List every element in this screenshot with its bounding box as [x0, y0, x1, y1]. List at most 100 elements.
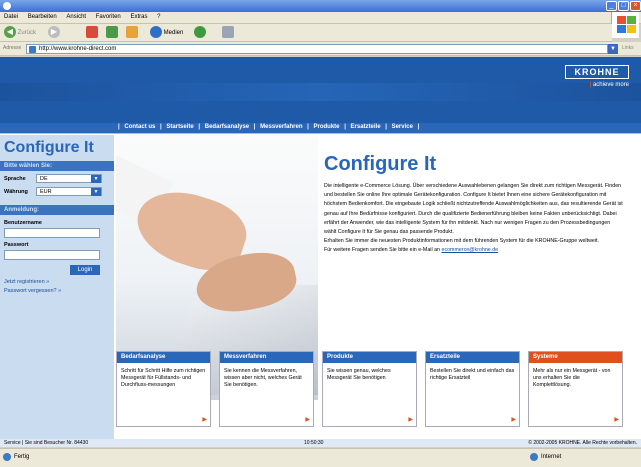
page-title: Configure It	[324, 153, 437, 175]
nav-spare-parts[interactable]: Ersatzteile	[351, 124, 381, 130]
krohne-logo[interactable]: KROHNE	[565, 65, 629, 79]
back-arrow-icon: ◀	[4, 26, 16, 39]
tagline-text: achieve more	[592, 82, 629, 88]
browser-toolbar: ◀ Zurück ▶ Medien	[0, 24, 612, 42]
card-text: Sie wissen genau, welches Messgerät Sie …	[327, 368, 391, 381]
close-button[interactable]: ×	[630, 1, 641, 11]
ie-logo-icon	[3, 2, 11, 10]
select-heading: Bitte wählen Sie:	[0, 161, 114, 171]
links-label[interactable]: Links	[622, 45, 634, 51]
card-spare-parts[interactable]: Ersatzteile Bestellen Sie direkt und ein…	[425, 351, 520, 427]
maximize-button[interactable]: □	[618, 1, 629, 11]
arrow-right-icon[interactable]: ▶	[202, 416, 207, 423]
intro-paragraph: Die intelligente e-Commerce Lösung. Über…	[324, 183, 623, 236]
arrow-right-icon[interactable]: ▶	[614, 416, 619, 423]
contact-email-link[interactable]: ecommerce@krohne.de	[442, 247, 499, 253]
currency-label: Währung	[4, 189, 28, 195]
status-bar: Fertig Internet	[0, 448, 641, 467]
card-title: Produkte	[323, 352, 416, 363]
nav-measuring-methods[interactable]: Messverfahren	[260, 124, 302, 130]
home-icon	[126, 26, 138, 39]
forgot-password-link[interactable]: Passwort vergessen? »	[4, 288, 61, 294]
card-text: Mehr als nur ein Messgerät - von uns erh…	[533, 368, 611, 388]
menu-tools[interactable]: Extras	[126, 12, 151, 22]
print-button[interactable]	[222, 26, 234, 40]
page-icon	[29, 46, 36, 53]
history-button[interactable]	[194, 26, 206, 40]
password-label: Passwort	[4, 242, 29, 248]
currency-value: EUR	[40, 189, 52, 195]
media-button[interactable]: Medien	[150, 26, 183, 40]
card-title: Messverfahren	[220, 352, 313, 363]
window-titlebar: _ □ ×	[0, 0, 641, 12]
login-heading: Anmeldung:	[0, 205, 114, 215]
back-button[interactable]: ◀ Zurück	[4, 26, 36, 40]
nav-contact[interactable]: Contact us	[124, 124, 155, 130]
username-label: Benutzername	[4, 220, 42, 226]
stop-button[interactable]	[86, 26, 98, 40]
chevron-down-icon: ▼	[91, 188, 101, 196]
password-input[interactable]	[4, 250, 100, 260]
banner-stripe	[0, 83, 641, 101]
forward-button[interactable]: ▶	[48, 26, 60, 40]
arrow-right-icon[interactable]: ▶	[408, 416, 413, 423]
back-label: Zurück	[17, 30, 37, 36]
arrow-right-icon[interactable]: ▶	[511, 416, 516, 423]
stop-icon	[86, 26, 98, 39]
language-label: Sprache	[4, 176, 26, 182]
menu-view[interactable]: Ansicht	[62, 12, 90, 22]
language-select[interactable]: DE ▼	[36, 174, 102, 183]
contact-line: Für weitere Fragen senden Sie bitte ein …	[324, 246, 624, 255]
history-icon	[194, 26, 206, 39]
card-text: Bestellen Sie direkt und einfach das ric…	[430, 368, 515, 381]
nav-products[interactable]: Produkte	[314, 124, 340, 130]
address-url: http://www.krohne-direct.com	[39, 46, 117, 52]
card-systems[interactable]: Systeme Mehr als nur ein Messgerät - von…	[528, 351, 623, 427]
menu-edit[interactable]: Bearbeiten	[24, 12, 61, 22]
footer-left: Service | Sie sind Besucher Nr. 84430	[4, 440, 89, 446]
menu-bar: Datei Bearbeiten Ansicht Favoriten Extra…	[0, 12, 641, 24]
media-label: Medien	[163, 30, 184, 36]
windows-logo-icon	[611, 12, 639, 38]
nav-needs-analysis[interactable]: Bedarfsanalyse	[205, 124, 249, 130]
home-button[interactable]	[126, 26, 138, 40]
media-icon	[150, 26, 162, 39]
nav-service[interactable]: Service	[392, 124, 413, 130]
intro-text: Die intelligente e-Commerce Lösung. Über…	[324, 182, 624, 256]
minimize-button[interactable]: _	[606, 1, 617, 11]
page-footer: Service | Sie sind Besucher Nr. 84430 10…	[0, 439, 641, 447]
address-bar: Adresse http://www.krohne-direct.com ▼ L…	[0, 42, 641, 56]
arrow-right-icon[interactable]: ▶	[305, 416, 310, 423]
card-title: Ersatzteile	[426, 352, 519, 363]
print-icon	[222, 26, 234, 39]
card-needs-analysis[interactable]: Bedarfsanalyse Schritt für Schritt Hilfe…	[116, 351, 211, 427]
menu-help[interactable]: ?	[153, 12, 164, 22]
site-banner: KROHNE | achieve more	[0, 57, 641, 123]
card-text: Schritt für Schritt Hilfe zum richtigen …	[121, 368, 206, 388]
main-nav: | Contact us | Startseite | Bedarfsanaly…	[0, 123, 641, 134]
username-input[interactable]	[4, 228, 100, 238]
page-done-icon	[3, 453, 11, 461]
card-title: Bedarfsanalyse	[117, 352, 210, 363]
card-measuring-methods[interactable]: Messverfahren Sie kennen die Messverfahr…	[219, 351, 314, 427]
nav-home[interactable]: Startseite	[166, 124, 193, 130]
page-viewport: KROHNE | achieve more | Contact us | Sta…	[0, 57, 641, 447]
intro-paragraph: Erhalten Sie immer die neuesten Produkti…	[324, 238, 599, 245]
contact-text: Für weitere Fragen senden Sie bitte ein …	[324, 247, 441, 254]
sidebar: Configure It Bitte wählen Sie: Sprache D…	[0, 135, 114, 447]
forward-arrow-icon: ▶	[48, 26, 60, 39]
address-dropdown-button[interactable]: ▼	[608, 44, 618, 54]
menu-favorites[interactable]: Favoriten	[92, 12, 125, 22]
refresh-button[interactable]	[106, 26, 118, 40]
card-text: Sie kennen die Messverfahren, wissen abe…	[224, 368, 302, 388]
login-button[interactable]: Login	[70, 265, 100, 275]
card-products[interactable]: Produkte Sie wissen genau, welches Messg…	[322, 351, 417, 427]
language-value: DE	[40, 176, 48, 182]
status-text: Fertig	[14, 454, 30, 460]
address-input[interactable]: http://www.krohne-direct.com	[26, 44, 608, 54]
menu-file[interactable]: Datei	[0, 12, 22, 22]
sidebar-title: Configure It	[4, 139, 94, 156]
register-link[interactable]: Jetzt registrieren »	[4, 279, 49, 285]
chevron-down-icon: ▼	[91, 175, 101, 183]
currency-select[interactable]: EUR ▼	[36, 187, 102, 196]
